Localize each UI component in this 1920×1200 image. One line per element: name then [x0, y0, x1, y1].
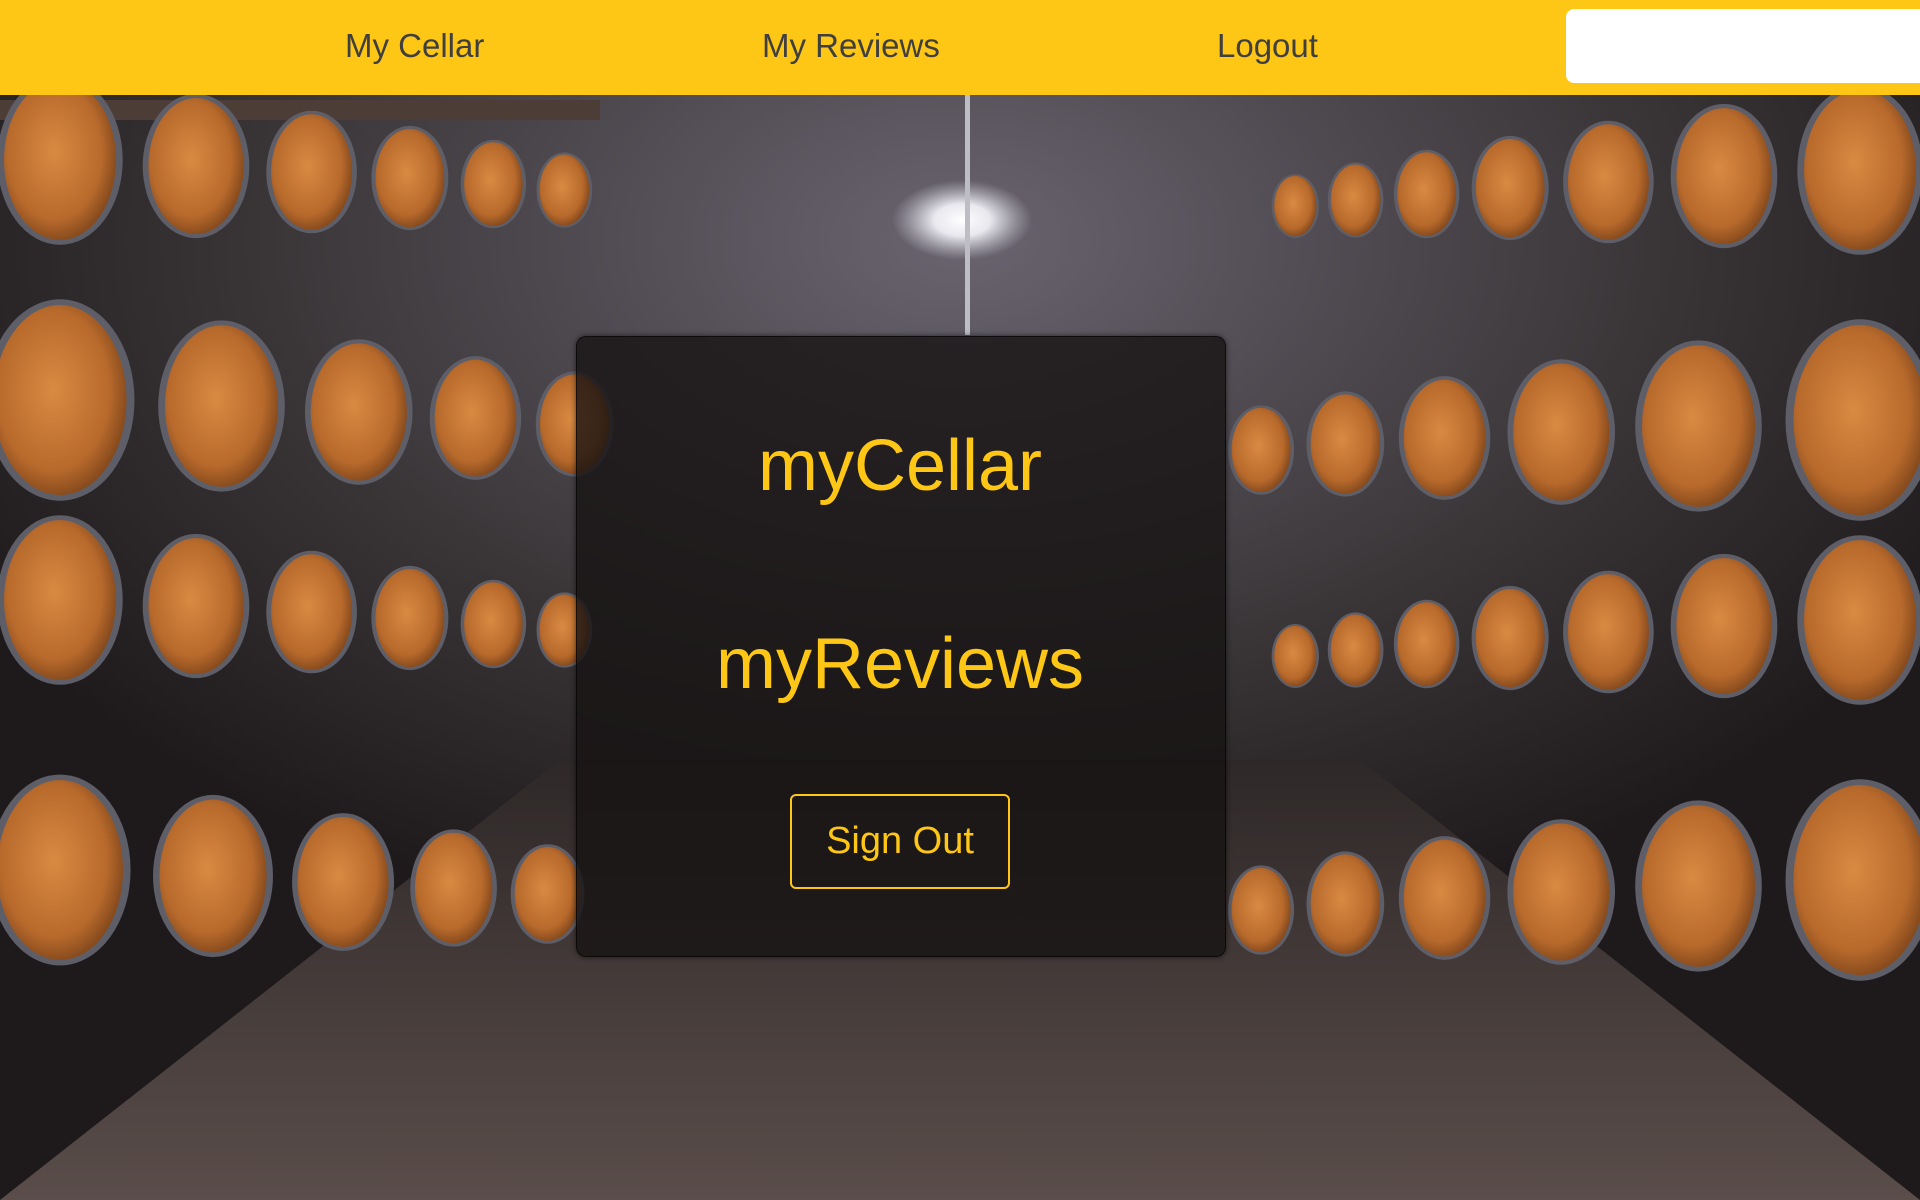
barrel-shape [1306, 391, 1385, 497]
barrel-shape [410, 829, 497, 947]
barrel-shape [1398, 836, 1491, 960]
barrel-shape [0, 515, 123, 685]
barrel-shape [1393, 599, 1460, 689]
barrel-shape [1393, 149, 1460, 239]
sign-out-button[interactable]: Sign Out [790, 794, 1010, 889]
barrel-shape [1327, 612, 1384, 688]
barrel-shape [1507, 359, 1616, 505]
barrel-shape [536, 152, 593, 228]
top-navbar: My Cellar My Reviews Logout [0, 0, 1920, 95]
nav-link-my-cellar[interactable]: My Cellar [345, 24, 484, 68]
barrel-shape [1398, 376, 1491, 500]
page: My Cellar My Reviews Logout myCellar myR… [0, 0, 1920, 1200]
barrel-shape [1797, 535, 1920, 705]
barrel-shape [1271, 624, 1319, 688]
barrel-shape [460, 139, 527, 229]
search-input[interactable] [1566, 9, 1920, 83]
barrel-shape [371, 125, 449, 231]
barrel-shape [1228, 405, 1295, 495]
barrel-shape [158, 320, 285, 492]
barrel-shape [510, 844, 585, 944]
barrel-shape [1797, 85, 1920, 255]
barrel-shape [1471, 135, 1549, 241]
barrel-shape [266, 550, 357, 674]
barrel-shape [1635, 340, 1762, 512]
barrel-shape [142, 533, 250, 679]
barrel-shape [1271, 174, 1319, 238]
barrel-shape [266, 110, 357, 234]
barrel-shape [1635, 800, 1762, 972]
barrel-shape [1471, 585, 1549, 691]
barrel-shape [292, 813, 395, 951]
barrel-shape [1306, 851, 1385, 957]
barrel-shape [1670, 103, 1778, 249]
mycellar-title-link[interactable]: myCellar [576, 424, 1224, 508]
barrel-shape [153, 794, 273, 958]
nav-link-my-reviews[interactable]: My Reviews [762, 24, 940, 68]
barrel-shape [0, 75, 123, 245]
myreviews-title-link[interactable]: myReviews [576, 622, 1224, 706]
barrel-shape [304, 339, 413, 485]
barrel-shape [371, 565, 449, 671]
barrel-shape [1507, 819, 1616, 965]
barrel-shape [460, 579, 527, 669]
barrel-shape [1563, 120, 1654, 244]
barrel-shape [1563, 570, 1654, 694]
barrel-shape [1327, 162, 1384, 238]
barrel-shape [1228, 865, 1295, 955]
nav-link-logout[interactable]: Logout [1217, 24, 1318, 68]
barrel-shape [429, 356, 522, 480]
barrel-shape [142, 93, 250, 239]
barrel-shape [1670, 553, 1778, 699]
